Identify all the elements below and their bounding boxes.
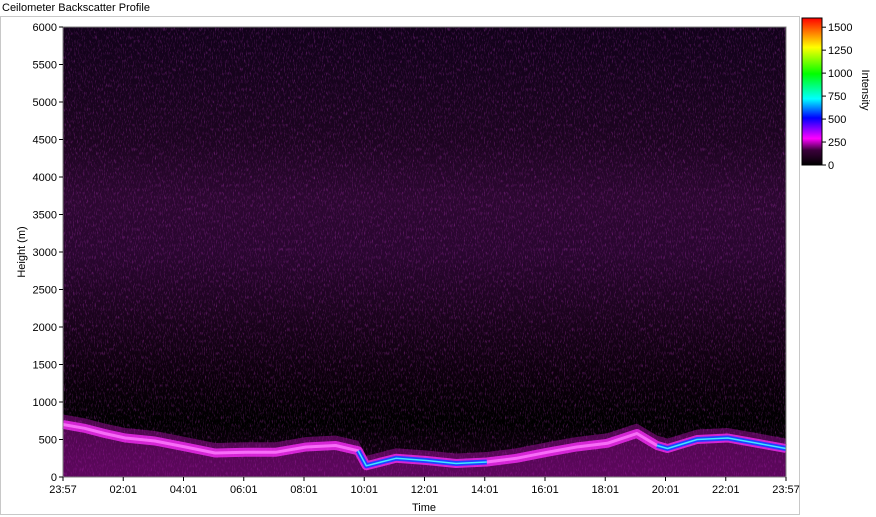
x-tick-label: 23:57 <box>49 484 77 496</box>
colorbar-tick-label: 250 <box>828 137 846 149</box>
y-tick-label: 500 <box>39 435 57 447</box>
colorbar-tick-label: 750 <box>828 91 846 103</box>
x-tick-label: 22:01 <box>712 484 740 496</box>
y-tick-label: 2000 <box>33 322 57 334</box>
colorbar-tick-label: 1500 <box>828 22 852 34</box>
y-tick-label: 4500 <box>33 135 57 147</box>
y-axis-title: Height (m) <box>16 226 28 277</box>
x-tick-label: 16:01 <box>531 484 559 496</box>
y-tick-label: 5500 <box>33 60 57 72</box>
x-axis-title: Time <box>412 502 436 514</box>
y-tick-label: 4000 <box>33 172 57 184</box>
y-tick-label: 5000 <box>33 97 57 109</box>
colorbar-axis: 0 250 500 750 1000 1250 1500 <box>822 22 852 172</box>
x-tick-label: 06:01 <box>230 484 258 496</box>
y-tick-label: 3500 <box>33 210 57 222</box>
x-tick-label: 12:01 <box>411 484 439 496</box>
x-tick-label: 14:01 <box>471 484 499 496</box>
y-tick-label: 2500 <box>33 285 57 297</box>
colorbar <box>801 17 823 166</box>
y-tick-label: 3000 <box>33 247 57 259</box>
plot-noise <box>63 27 786 477</box>
colorbar-title: Intensity <box>859 70 871 111</box>
x-tick-label: 04:01 <box>170 484 198 496</box>
x-axis: 23:57 02:01 04:01 06:01 08:01 10:01 12:01 14:01… <box>49 477 800 496</box>
colorbar-tick-label: 1000 <box>828 68 852 80</box>
colorbar-tick-label: 1250 <box>828 45 852 57</box>
colorbar-tick-label: 500 <box>828 114 846 126</box>
x-tick-label: 08:01 <box>290 484 318 496</box>
y-axis: 0 500 1000 1500 2000 2500 3000 3500 4000 4500 5000… <box>33 22 63 484</box>
y-tick-label: 1500 <box>33 360 57 372</box>
colorbar-tick-label: 0 <box>828 160 834 172</box>
backscatter-chart: 0500100015002000250030003500400045005000… <box>16 17 871 514</box>
x-tick-label: 02:01 <box>109 484 137 496</box>
x-tick-label: 10:01 <box>350 484 378 496</box>
x-tick-label: 20:01 <box>652 484 680 496</box>
y-tick-label: 1000 <box>33 397 57 409</box>
y-tick-label: 0 <box>51 472 57 484</box>
x-tick-label: 18:01 <box>591 484 619 496</box>
y-tick-label: 6000 <box>33 22 57 34</box>
x-tick-label: 23:57 <box>772 484 800 496</box>
